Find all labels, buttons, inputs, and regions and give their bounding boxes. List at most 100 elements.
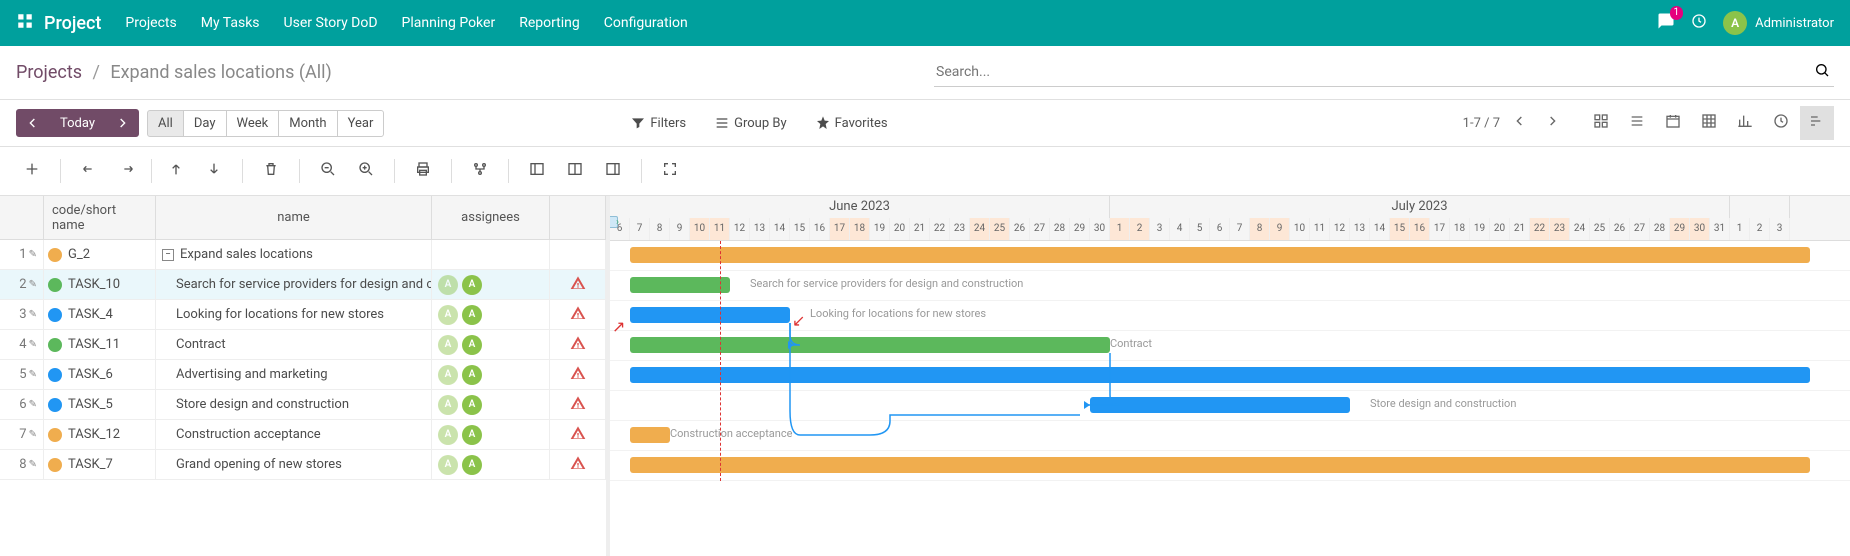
warning-icon[interactable] xyxy=(570,305,586,325)
view-gantt[interactable] xyxy=(1800,106,1834,140)
today-button[interactable]: Today xyxy=(49,109,106,137)
print-button[interactable] xyxy=(407,155,439,187)
table-row[interactable]: 4 ✎TASK_11ContractAA xyxy=(0,330,606,360)
dependencies-button[interactable] xyxy=(464,155,496,187)
day-cell[interactable]: 21 xyxy=(1510,218,1530,240)
filters-button[interactable]: Filters xyxy=(620,110,696,136)
nav-link-projects[interactable]: Projects xyxy=(125,15,176,31)
view-list[interactable] xyxy=(1620,106,1654,140)
day-cell[interactable]: 30 xyxy=(1090,218,1110,240)
timeline-row[interactable]: Construction acceptance xyxy=(610,421,1850,451)
assignee-avatar[interactable]: A xyxy=(438,365,458,385)
gantt-bar[interactable] xyxy=(630,367,1810,383)
day-cell[interactable]: 9 xyxy=(670,218,690,240)
search-input[interactable] xyxy=(934,60,1810,84)
pager-next[interactable] xyxy=(1540,109,1564,137)
view-activity[interactable] xyxy=(1764,106,1798,140)
gantt-timeline[interactable]: June 2023July 2023 ‹› 678910111213141516… xyxy=(610,196,1850,556)
gantt-bar[interactable] xyxy=(630,457,1810,473)
column-code[interactable]: code/short name xyxy=(44,196,156,239)
day-cell[interactable]: 19 xyxy=(870,218,890,240)
day-cell[interactable]: 11 xyxy=(1310,218,1330,240)
assignee-avatar[interactable]: A xyxy=(462,365,482,385)
day-cell[interactable]: 28 xyxy=(1650,218,1670,240)
day-cell[interactable]: 29 xyxy=(1670,218,1690,240)
range-week[interactable]: Week xyxy=(226,110,280,137)
table-row[interactable]: 7 ✎TASK_12Construction acceptanceAA xyxy=(0,420,606,450)
nav-link-reporting[interactable]: Reporting xyxy=(519,15,580,31)
day-cell[interactable]: 2 xyxy=(1130,218,1150,240)
user-menu[interactable]: A Administrator xyxy=(1723,11,1834,35)
groupby-button[interactable]: Group By xyxy=(704,110,797,136)
day-cell[interactable]: 2 xyxy=(1750,218,1770,240)
day-cell[interactable]: 7 xyxy=(1230,218,1250,240)
nav-link-user-story-dod[interactable]: User Story DoD xyxy=(284,15,378,31)
range-month[interactable]: Month xyxy=(278,110,337,137)
warning-icon[interactable] xyxy=(570,455,586,475)
gantt-bar[interactable] xyxy=(630,337,1110,353)
table-row[interactable]: 6 ✎TASK_5Store design and constructionAA xyxy=(0,390,606,420)
day-cell[interactable]: 26 xyxy=(1010,218,1030,240)
day-cell[interactable]: 22 xyxy=(930,218,950,240)
nav-link-configuration[interactable]: Configuration xyxy=(604,15,688,31)
favorites-button[interactable]: Favorites xyxy=(805,110,898,136)
day-cell[interactable]: 16 xyxy=(810,218,830,240)
day-cell[interactable]: 10 xyxy=(690,218,710,240)
day-cell[interactable]: 12 xyxy=(1330,218,1350,240)
move-up-button[interactable] xyxy=(160,155,192,187)
assignee-avatar[interactable]: A xyxy=(438,275,458,295)
breadcrumb-root[interactable]: Projects xyxy=(16,62,82,83)
view-calendar[interactable] xyxy=(1656,106,1690,140)
layout-1-button[interactable] xyxy=(521,155,553,187)
day-cell[interactable]: 24 xyxy=(970,218,990,240)
layout-2-button[interactable] xyxy=(559,155,591,187)
timeline-row[interactable]: Store design and construction xyxy=(610,391,1850,421)
day-cell[interactable]: 13 xyxy=(1350,218,1370,240)
assignee-avatar[interactable]: A xyxy=(438,395,458,415)
warning-icon[interactable] xyxy=(570,365,586,385)
day-cell[interactable]: 23 xyxy=(950,218,970,240)
edit-icon[interactable]: ✎ xyxy=(29,279,37,290)
day-cell[interactable]: 19 xyxy=(1470,218,1490,240)
table-row[interactable]: 3 ✎TASK_4Looking for locations for new s… xyxy=(0,300,606,330)
edit-icon[interactable]: ✎ xyxy=(29,339,37,350)
assignee-avatar[interactable]: A xyxy=(462,305,482,325)
assignee-avatar[interactable]: A xyxy=(438,305,458,325)
day-cell[interactable]: 14 xyxy=(1370,218,1390,240)
table-row[interactable]: 1 ✎G_2−Expand sales locations xyxy=(0,240,606,270)
range-all[interactable]: All xyxy=(147,110,184,137)
gantt-bar[interactable] xyxy=(630,427,670,443)
day-cell[interactable]: 18 xyxy=(1450,218,1470,240)
pager-prev[interactable] xyxy=(1508,109,1532,137)
zoom-out-button[interactable] xyxy=(312,155,344,187)
day-cell[interactable]: 26 xyxy=(1610,218,1630,240)
gantt-bar[interactable] xyxy=(630,307,790,323)
timeline-row[interactable] xyxy=(610,361,1850,391)
day-cell[interactable]: 1 xyxy=(1730,218,1750,240)
column-assignees[interactable]: assignees xyxy=(432,196,550,239)
day-cell[interactable]: 25 xyxy=(1590,218,1610,240)
edit-icon[interactable]: ✎ xyxy=(29,369,37,380)
search-button[interactable] xyxy=(1810,58,1834,86)
day-cell[interactable]: 9 xyxy=(1270,218,1290,240)
day-cell[interactable]: 15 xyxy=(790,218,810,240)
assignee-avatar[interactable]: A xyxy=(462,395,482,415)
edit-icon[interactable]: ✎ xyxy=(29,309,37,320)
day-cell[interactable]: 5 xyxy=(1190,218,1210,240)
assignee-avatar[interactable]: A xyxy=(462,275,482,295)
assignee-avatar[interactable]: A xyxy=(462,425,482,445)
day-cell[interactable]: 16 xyxy=(1410,218,1430,240)
day-cell[interactable]: 6 xyxy=(1210,218,1230,240)
table-row[interactable]: 2 ✎TASK_10Search for service providers f… xyxy=(0,270,606,300)
next-period-button[interactable] xyxy=(105,109,139,137)
collapse-icon[interactable]: − xyxy=(162,249,174,261)
day-cell[interactable]: 8 xyxy=(1250,218,1270,240)
timeline-row[interactable] xyxy=(610,451,1850,481)
add-task-button[interactable] xyxy=(16,155,48,187)
day-cell[interactable]: 18 xyxy=(850,218,870,240)
day-cell[interactable]: 15 xyxy=(1390,218,1410,240)
zoom-in-button[interactable] xyxy=(350,155,382,187)
day-cell[interactable]: 30 xyxy=(1690,218,1710,240)
day-cell[interactable]: 25 xyxy=(990,218,1010,240)
assignee-avatar[interactable]: A xyxy=(438,335,458,355)
